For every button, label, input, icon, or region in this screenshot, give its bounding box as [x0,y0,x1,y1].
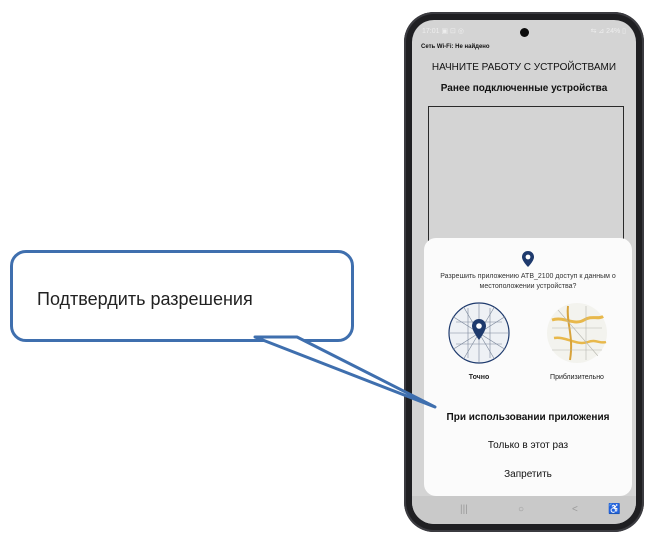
app-title: НАЧНИТЕ РАБОТУ С УСТРОЙСТВАМИ [431,62,617,73]
status-time: 17:01 ▣ ⊡ ◎ [422,28,464,35]
navigation-bar: ||| ○ < ♿ [412,496,636,524]
approximate-location-option[interactable]: Приблизительно [540,302,614,388]
deny-button[interactable]: Запретить [424,469,632,480]
allow-while-using-button[interactable]: При использовании приложения [424,412,632,423]
wifi-status-note: Сеть Wi-Fi: Не найдено [421,44,490,50]
phone: 17:01 ▣ ⊡ ◎ ⇆ ⊿ 24% ▯ Сеть Wi-Fi: Не най… [404,12,644,532]
location-pin-icon [522,251,534,267]
precise-map-icon [448,302,510,364]
precise-location-option[interactable]: Точно [442,302,516,388]
permission-sheet: Разрешить приложению ATB_2100 доступ к д… [424,238,632,496]
precise-label: Точно [468,374,490,381]
approximate-map-icon [546,302,608,364]
recent-apps-icon[interactable]: ||| [460,504,468,515]
back-icon[interactable]: < [572,504,578,515]
camera-icon [520,28,529,37]
status-icons: ⇆ ⊿ 24% ▯ [590,28,626,35]
callout-box: Подтвердить разрешения [10,250,354,342]
approximate-label: Приблизительно [550,374,604,381]
callout-text: Подтвердить разрешения [37,289,253,309]
allow-once-button[interactable]: Только в этот раз [424,440,632,451]
page: Подтвердить разрешения 17:01 ▣ ⊡ ◎ ⇆ ⊿ 2… [0,0,649,535]
app-subtitle: Ранее подключенные устройства [440,83,608,94]
home-icon[interactable]: ○ [518,504,524,515]
permission-question: Разрешить приложению ATB_2100 доступ к д… [440,273,616,290]
phone-screen: 17:01 ▣ ⊡ ◎ ⇆ ⊿ 24% ▯ Сеть Wi-Fi: Не най… [412,20,636,524]
accessibility-icon[interactable]: ♿ [608,504,620,515]
